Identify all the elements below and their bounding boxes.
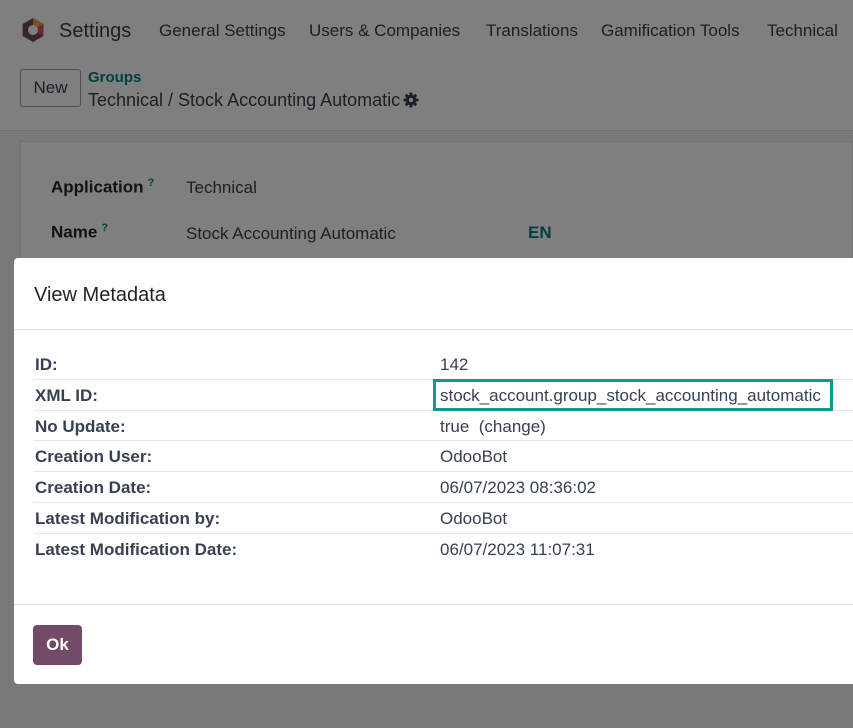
metadata-key: Creation User: bbox=[35, 447, 153, 467]
metadata-value: true (change) bbox=[440, 416, 546, 436]
metadata-key: No Update: bbox=[35, 416, 126, 436]
ok-button[interactable]: Ok bbox=[33, 625, 82, 665]
dialog-footer: Ok bbox=[14, 604, 853, 685]
change-link[interactable]: (change) bbox=[479, 417, 546, 436]
metadata-key: XML ID: bbox=[35, 385, 98, 405]
metadata-value: OdooBot bbox=[440, 447, 508, 467]
metadata-key: Latest Modification by: bbox=[35, 508, 221, 528]
dialog-title: View Metadata bbox=[34, 284, 166, 306]
xml-id-highlight-box bbox=[433, 379, 833, 411]
metadata-row-modified-by: Latest Modification by: OdooBot bbox=[34, 503, 853, 534]
metadata-key: ID: bbox=[35, 355, 58, 374]
metadata-value: 142 bbox=[440, 355, 469, 374]
metadata-row-modified-date: Latest Modification Date: 06/07/2023 11:… bbox=[34, 534, 853, 565]
metadata-value: 06/07/2023 11:07:31 bbox=[440, 539, 595, 559]
dialog-header: View Metadata bbox=[14, 258, 853, 330]
metadata-dialog: View Metadata ID: 142 XML ID: stock_acco… bbox=[14, 258, 853, 684]
metadata-row-no-update: No Update: true (change) bbox=[34, 411, 853, 442]
metadata-value: 06/07/2023 08:36:02 bbox=[440, 478, 596, 498]
metadata-value: OdooBot bbox=[440, 508, 508, 528]
metadata-key: Creation Date: bbox=[35, 478, 152, 498]
metadata-key: Latest Modification Date: bbox=[35, 539, 238, 559]
metadata-row-creation-date: Creation Date: 06/07/2023 08:36:02 bbox=[34, 472, 853, 503]
metadata-row-id: ID: 142 bbox=[34, 349, 853, 380]
metadata-row-creation-user: Creation User: OdooBot bbox=[34, 441, 853, 473]
